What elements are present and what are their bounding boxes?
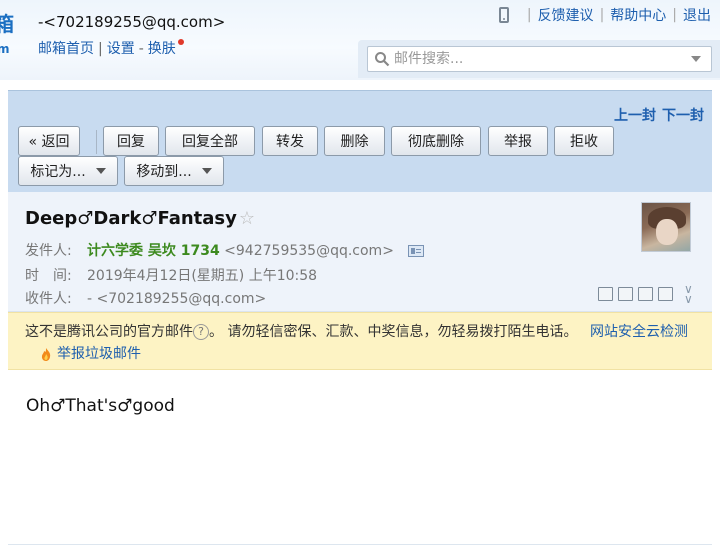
- print-icon[interactable]: [658, 287, 673, 301]
- report-spam-link[interactable]: 举报垃圾邮件: [57, 346, 141, 362]
- reply-button[interactable]: 回复: [103, 126, 159, 156]
- user-email: -<702189255@qq.com>: [38, 13, 226, 31]
- search-box[interactable]: [367, 46, 712, 72]
- fire-icon: [41, 347, 51, 361]
- separator: |: [599, 7, 605, 23]
- move-to-dropdown[interactable]: 移动到...: [124, 156, 224, 186]
- expand-icon[interactable]: ∨ ∨: [684, 283, 693, 305]
- contact-card-icon[interactable]: [408, 245, 425, 257]
- avatar[interactable]: [641, 202, 691, 252]
- logo-suffix: m: [0, 42, 10, 56]
- search-area: [358, 40, 720, 78]
- mail-header: Deep♂Dark♂Fantasy ☆ 发件人: 计六学委 吴坎 1734 <942…: [8, 192, 712, 312]
- mail-toolbar: 上一封 下一封 « 返回 回复 回复全部 转发 删除 彻底删除 举报 拒收 标记为…: [8, 90, 712, 192]
- logout-link[interactable]: 退出: [683, 5, 711, 25]
- view-source-icon[interactable]: [618, 287, 633, 301]
- reject-button[interactable]: 拒收: [554, 126, 614, 156]
- next-mail-link[interactable]: 下一封: [662, 108, 704, 124]
- security-notice: 这不是腾讯公司的官方邮件?。 请勿轻信密保、汇款、中奖信息，勿轻易拨打陌生电话。…: [8, 312, 712, 370]
- prev-mail-link[interactable]: 上一封: [614, 108, 656, 124]
- separator: |: [672, 7, 677, 23]
- mailbox-logo[interactable]: 箱 m: [0, 12, 16, 56]
- top-links: 邮箱首页 | 设置 - 换肤: [38, 38, 184, 58]
- time-row: 时 间: 2019年4月12日(星期五) 上午10:58: [25, 265, 317, 285]
- sender-name[interactable]: 计六学委 吴坎 1734: [87, 243, 220, 259]
- search-input[interactable]: [390, 48, 691, 70]
- reply-all-button[interactable]: 回复全部: [165, 126, 255, 156]
- prev-next-nav: 上一封 下一封: [614, 105, 704, 125]
- chevron-down-icon: [201, 168, 212, 174]
- delete-button[interactable]: 删除: [324, 126, 385, 156]
- notice-official: 这不是腾讯公司的官方邮件: [25, 324, 193, 340]
- mail-action-icons: ∨ ∨: [598, 283, 693, 305]
- search-icon: [375, 52, 390, 67]
- move-to-label: 移动到...: [136, 164, 192, 180]
- time-label: 时 间:: [25, 268, 72, 284]
- toolbar-divider: [96, 130, 97, 154]
- mark-as-label: 标记为...: [30, 164, 86, 180]
- notice-warning: 。 请勿轻信密保、汇款、中奖信息，勿轻易拨打陌生电话。: [209, 324, 578, 340]
- sender-email: <942759535@qq.com>: [224, 243, 394, 259]
- chevron-down-icon: [95, 168, 106, 174]
- mail-subject: Deep♂Dark♂Fantasy ☆: [25, 208, 255, 229]
- recipient: - <702189255@qq.com>: [87, 291, 267, 307]
- sender-label: 发件人:: [25, 243, 72, 259]
- sender-row: 发件人: 计六学委 吴坎 1734 <942759535@qq.com>: [25, 240, 425, 260]
- recipient-label: 收件人:: [25, 291, 72, 307]
- feedback-link[interactable]: 反馈建议: [538, 5, 594, 25]
- divider: [8, 544, 712, 545]
- notice-text: 这不是腾讯公司的官方邮件?。 请勿轻信密保、汇款、中奖信息，勿轻易拨打陌生电话。…: [25, 321, 585, 365]
- cloud-security-check-link[interactable]: 网站安全云检测: [590, 321, 688, 341]
- skin-new-dot: [177, 39, 184, 45]
- separator: |: [526, 7, 532, 23]
- change-skin-link[interactable]: 换肤: [148, 41, 176, 57]
- subject-text: Deep♂Dark♂Fantasy: [25, 208, 237, 229]
- back-button[interactable]: « 返回: [18, 126, 80, 156]
- star-icon[interactable]: ☆: [239, 208, 255, 229]
- search-dropdown-icon[interactable]: [691, 56, 701, 62]
- mail-body: Oh♂That's♂good: [26, 396, 175, 416]
- logo-char: 箱: [0, 12, 14, 36]
- mail-time: 2019年4月12日(星期五) 上午10:58: [87, 268, 318, 284]
- download-icon[interactable]: [638, 287, 653, 301]
- help-center-link[interactable]: 帮助中心: [610, 5, 666, 25]
- mailbox-home-link[interactable]: 邮箱首页: [38, 41, 94, 57]
- permanent-delete-button[interactable]: 彻底删除: [391, 126, 481, 156]
- help-icon[interactable]: ?: [193, 324, 209, 340]
- settings-link[interactable]: 设置: [107, 41, 135, 57]
- forward-button[interactable]: 转发: [262, 126, 318, 156]
- top-header: 箱 m -<702189255@qq.com> 邮箱首页 | 设置 - 换肤 | 反馈建…: [0, 0, 720, 80]
- right-links: | 反馈建议 | 帮助中心 | 退出: [498, 5, 711, 25]
- phone-icon[interactable]: [498, 7, 509, 23]
- recipient-row: 收件人: - <702189255@qq.com>: [25, 288, 266, 308]
- separator: |: [98, 41, 103, 57]
- mark-as-dropdown[interactable]: 标记为...: [18, 156, 118, 186]
- separator: -: [138, 41, 144, 57]
- new-window-icon[interactable]: [598, 287, 613, 301]
- report-button[interactable]: 举报: [488, 126, 548, 156]
